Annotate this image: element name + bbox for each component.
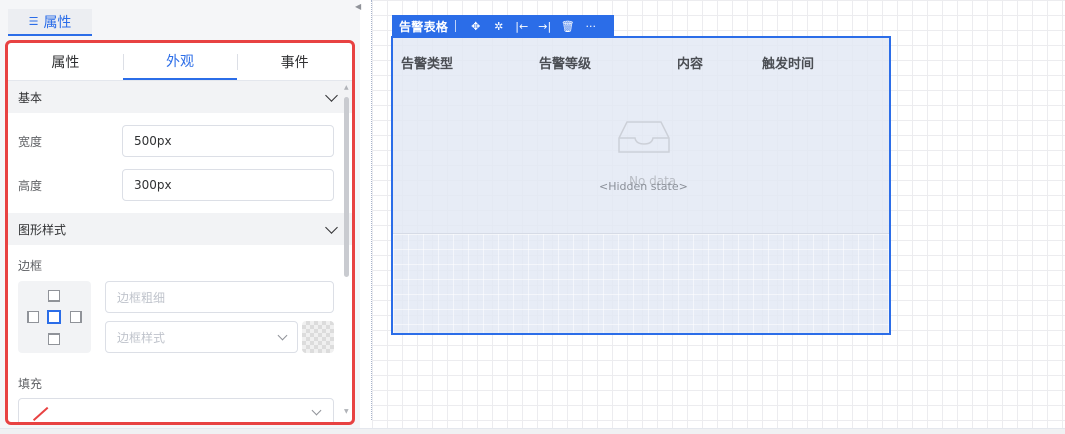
section-shape-style-title: 图形样式 [18,222,67,237]
border-right-toggle[interactable] [70,311,82,323]
scrollbar-thumb[interactable] [344,97,349,277]
subtab-properties[interactable]: 属性 [8,43,123,80]
align-right-icon[interactable]: →| [533,20,556,33]
bottom-bar [0,428,1065,434]
alarm-table-widget[interactable]: 告警类型 告警等级 内容 触发时间 No data <Hidden state> [391,36,891,335]
bug-icon[interactable]: ✲ [487,20,510,33]
column-header-alarm-level[interactable]: 告警等级 [539,53,591,72]
height-input[interactable]: 300px [122,169,334,201]
widget-grid-overlay [393,234,889,333]
section-basic-header[interactable]: 基本 [8,81,352,113]
panel-subtabs: 属性 外观 事件 [8,43,352,81]
component-toolbar: 告警表格 ✥ ✲ |← →| 🗑 ··· [392,15,614,37]
column-header-trigger-time[interactable]: 触发时间 [762,53,814,72]
settings-sliders-icon: ☰ [28,15,39,28]
align-left-icon[interactable]: |← [510,20,533,33]
width-row: 宽度 500px [8,119,352,163]
toolbar-divider [455,20,457,32]
fill-label: 填充 [18,377,43,391]
section-shape-style-header[interactable]: 图形样式 [8,213,352,245]
chevron-down-icon [311,405,322,416]
section-basic-title: 基本 [18,90,43,105]
properties-panel: 属性 外观 事件 基本 宽度 500px 高度 300px 图形样式 边框 边框… [5,40,355,425]
scroll-down-icon[interactable]: ▼ [344,409,349,415]
border-style-placeholder: 边框样式 [117,330,166,345]
width-input[interactable]: 500px [122,125,334,157]
subtab-appearance[interactable]: 外观 [122,43,238,80]
border-side-picker [18,281,91,353]
hidden-state-label: <Hidden state> [599,180,688,193]
chevron-down-icon [325,88,338,102]
height-row: 高度 300px [8,163,352,207]
border-left-toggle[interactable] [27,311,39,323]
fill-select[interactable] [18,398,334,422]
component-title: 告警表格 [399,19,449,34]
border-bottom-toggle[interactable] [48,333,60,345]
column-header-content[interactable]: 内容 [677,53,703,72]
no-fill-icon [32,406,49,421]
move-icon[interactable]: ✥ [464,20,487,33]
column-header-alarm-type[interactable]: 告警类型 [401,53,453,72]
border-color-picker[interactable] [302,321,334,353]
chevron-down-icon [325,220,338,234]
app-root: ☰ 属性 属性 外观 事件 基本 宽度 500px 高度 300px 图形样式 … [0,0,1065,434]
border-all-toggle[interactable] [47,310,61,324]
chevron-down-icon [277,330,288,341]
width-label: 宽度 [18,134,43,149]
properties-sidebar: ☰ 属性 属性 外观 事件 基本 宽度 500px 高度 300px 图形样式 … [0,0,360,434]
collapse-panel-icon[interactable]: ◀ [355,2,361,11]
tab-properties[interactable]: ☰ 属性 [8,9,92,36]
border-style-select[interactable]: 边框样式 [105,321,298,353]
tab-properties-label: 属性 [43,14,72,31]
panel-scrollbar[interactable]: ▲ ▼ [344,85,349,415]
more-icon[interactable]: ··· [579,20,602,33]
border-label: 边框 [18,259,43,273]
delete-icon[interactable]: 🗑 [556,20,579,33]
subtab-events[interactable]: 事件 [237,43,352,80]
empty-inbox-icon [618,121,670,153]
scroll-up-icon[interactable]: ▲ [344,85,349,91]
border-top-toggle[interactable] [48,290,60,302]
height-label: 高度 [18,178,43,193]
border-width-input[interactable]: 边框粗细 [105,281,334,313]
table-header: 告警类型 告警等级 内容 触发时间 [401,53,881,73]
